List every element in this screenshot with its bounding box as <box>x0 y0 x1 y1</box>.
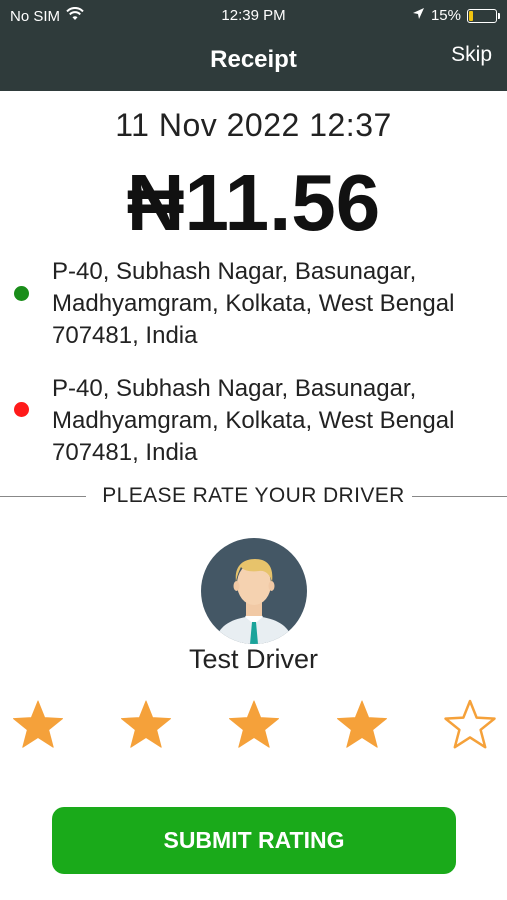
submit-rating-button[interactable]: SUBMIT RATING <box>52 807 456 874</box>
driver-name: Test Driver <box>188 644 318 674</box>
receipt-datetime: 11 Nov 2022 12:37 <box>115 107 392 143</box>
star-filled-icon[interactable] <box>10 698 66 754</box>
user-avatar-icon <box>201 538 307 644</box>
star-empty-icon[interactable] <box>442 698 498 754</box>
star-filled-icon[interactable] <box>118 698 174 754</box>
pickup-address: P-40, Subhash Nagar, Basunagar, Madhyamg… <box>52 258 455 349</box>
star-rating <box>0 696 507 756</box>
battery-fill <box>469 10 473 21</box>
location-arrow-icon <box>412 7 425 24</box>
star-filled-icon[interactable] <box>226 698 282 754</box>
battery-icon <box>467 8 500 23</box>
status-bar: No SIM 12:39 PM 15% <box>0 0 507 30</box>
dropoff-dot-icon <box>14 402 29 417</box>
pickup-dot-icon <box>14 286 29 301</box>
status-right: 15% <box>412 7 500 24</box>
skip-button[interactable]: Skip <box>451 43 492 67</box>
header: No SIM 12:39 PM 15% Receipt Skip <box>0 0 507 91</box>
divider-line-right <box>412 496 507 497</box>
page-title: Receipt <box>210 46 297 73</box>
dropoff-address: P-40, Subhash Nagar, Basunagar, Madhyamg… <box>52 375 455 466</box>
rating-divider: PLEASE RATE YOUR DRIVER <box>0 484 507 510</box>
star-filled-icon[interactable] <box>334 698 390 754</box>
battery-percent: 15% <box>430 7 461 24</box>
fare-amount: ₦11.56 <box>126 158 381 247</box>
